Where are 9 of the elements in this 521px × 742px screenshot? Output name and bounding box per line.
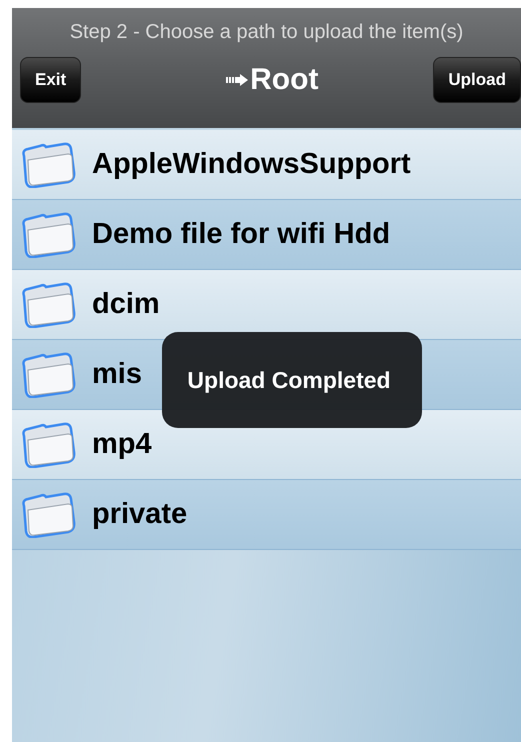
folder-name: dcim — [92, 288, 160, 321]
folder-title: Root — [250, 63, 318, 97]
folder-name: Demo file for wifi Hdd — [92, 218, 390, 251]
folder-name: AppleWindowsSupport — [92, 148, 411, 181]
upload-completed-toast: Upload Completed — [162, 332, 422, 428]
step-subtitle: Step 2 - Choose a path to upload the item(s) — [68, 21, 464, 44]
folder-name: private — [92, 498, 188, 531]
folder-name: mp4 — [92, 428, 152, 461]
folder-name: mis — [92, 358, 142, 391]
